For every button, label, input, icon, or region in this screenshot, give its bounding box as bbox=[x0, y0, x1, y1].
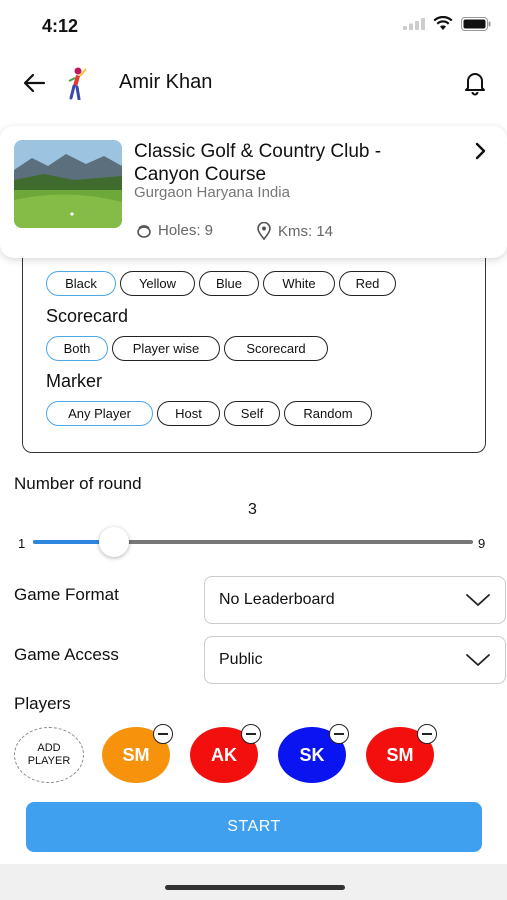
holes-info: Holes: 9 bbox=[136, 222, 213, 239]
home-indicator bbox=[165, 885, 345, 890]
holes-count: Holes: 9 bbox=[158, 222, 214, 239]
distance-kms: Kms: 14 bbox=[278, 222, 334, 240]
distance-info: Kms: 14 bbox=[256, 222, 333, 240]
tee-chip-yellow[interactable]: Yellow bbox=[120, 271, 195, 296]
rounds-value: 3 bbox=[248, 501, 257, 518]
game-access-label: Game Access bbox=[14, 645, 119, 664]
tee-chip-white[interactable]: White bbox=[263, 271, 335, 296]
game-access-value: Public bbox=[219, 651, 263, 668]
cellular-signal-icon bbox=[403, 17, 425, 30]
chevron-right-icon[interactable] bbox=[470, 140, 490, 162]
remove-player-icon[interactable] bbox=[153, 724, 173, 744]
location-pin-icon bbox=[257, 222, 271, 240]
bell-icon[interactable] bbox=[462, 70, 488, 96]
scorecard-chip-scorecard[interactable]: Scorecard bbox=[224, 336, 328, 361]
back-arrow-icon[interactable] bbox=[22, 70, 48, 96]
add-player-label-line1: ADD bbox=[37, 742, 61, 754]
marker-chip-self[interactable]: Self bbox=[224, 401, 280, 426]
avatar bbox=[68, 67, 87, 100]
scorecard-chip-both[interactable]: Both bbox=[46, 336, 108, 361]
remove-player-icon[interactable] bbox=[417, 724, 437, 744]
chevron-down-icon bbox=[466, 654, 490, 666]
status-time: 4:12 bbox=[42, 16, 79, 36]
slider-max-label: 9 bbox=[478, 536, 486, 551]
tee-options: Black Yellow Blue White Red bbox=[46, 271, 396, 296]
marker-chip-random[interactable]: Random bbox=[284, 401, 372, 426]
scorecard-label: Scorecard bbox=[46, 306, 129, 326]
player-initials: AK bbox=[211, 744, 237, 765]
player-initials: SK bbox=[299, 744, 325, 765]
holes-icon bbox=[137, 224, 151, 238]
game-format-select[interactable]: No Leaderboard bbox=[204, 576, 506, 624]
course-image bbox=[14, 140, 122, 228]
bottom-safe-area bbox=[0, 864, 507, 900]
tee-chip-black[interactable]: Black bbox=[46, 271, 116, 296]
marker-label: Marker bbox=[46, 371, 103, 391]
status-icons bbox=[403, 16, 491, 31]
course-name: Classic Golf & Country Club - Canyon Cou… bbox=[134, 141, 382, 185]
add-player-button[interactable]: ADD PLAYER bbox=[14, 727, 84, 783]
course-location: Gurgaon Haryana India bbox=[134, 184, 290, 201]
rounds-slider-thumb[interactable] bbox=[98, 527, 129, 557]
scorecard-chip-player-wise[interactable]: Player wise bbox=[112, 336, 220, 361]
player-initials: SM bbox=[122, 744, 150, 765]
battery-icon bbox=[461, 16, 491, 31]
game-access-select[interactable]: Public bbox=[204, 636, 506, 684]
game-format-label: Game Format bbox=[14, 585, 119, 604]
player-initials: SM bbox=[386, 744, 414, 765]
game-format-value: No Leaderboard bbox=[219, 591, 335, 608]
tee-chip-blue[interactable]: Blue bbox=[199, 271, 259, 296]
user-name: Amir Khan bbox=[119, 71, 213, 93]
players-label: Players bbox=[14, 694, 71, 713]
slider-min-label: 1 bbox=[18, 536, 26, 551]
marker-options: Any Player Host Self Random bbox=[46, 401, 372, 426]
marker-chip-any-player[interactable]: Any Player bbox=[46, 401, 153, 426]
tee-chip-red[interactable]: Red bbox=[339, 271, 396, 296]
add-player-label-line2: PLAYER bbox=[27, 755, 71, 767]
wifi-icon bbox=[433, 16, 453, 30]
remove-player-icon[interactable] bbox=[241, 724, 261, 744]
start-button[interactable]: START bbox=[26, 802, 482, 852]
remove-player-icon[interactable] bbox=[329, 724, 349, 744]
scorecard-options: Both Player wise Scorecard bbox=[46, 336, 328, 361]
marker-chip-host[interactable]: Host bbox=[157, 401, 220, 426]
rounds-label: Number of round bbox=[14, 474, 142, 493]
chevron-down-icon bbox=[466, 594, 490, 606]
